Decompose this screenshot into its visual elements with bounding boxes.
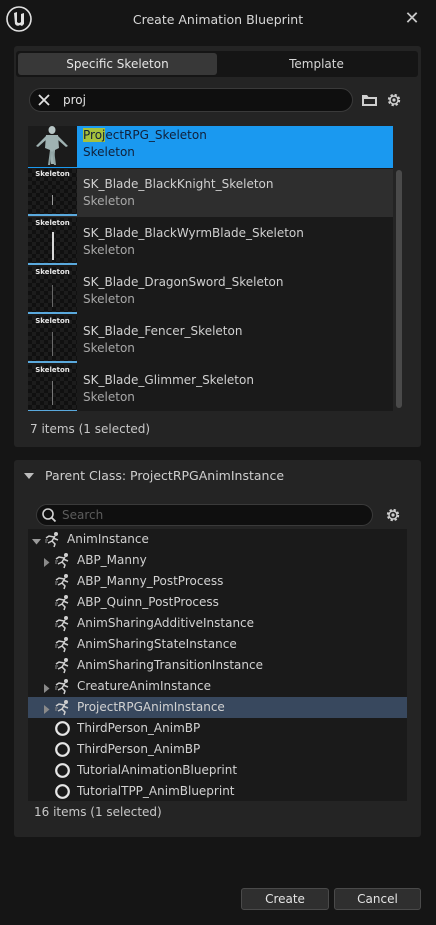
- tab-bar: Specific Skeleton Template: [16, 51, 418, 77]
- tree-item-label: AnimSharingTransitionInstance: [77, 658, 263, 672]
- circle-icon: [54, 720, 71, 737]
- tree-item[interactable]: ThirdPerson_AnimBP: [28, 718, 407, 739]
- tree-item-label: ABP_Manny: [77, 553, 147, 567]
- skeleton-asset-item[interactable]: Skeleton SK_Blade_BlackKnight_Skeleton S…: [28, 169, 393, 217]
- tree-item-label: AnimInstance: [67, 532, 149, 546]
- asset-name: SK_Blade_DragonSword_Skeleton: [83, 275, 284, 289]
- tree-item[interactable]: ABP_Quinn_PostProcess: [28, 592, 407, 613]
- asset-type: Skeleton: [83, 243, 135, 257]
- anim-instance-icon: [44, 531, 61, 548]
- asset-type: Skeleton: [83, 145, 135, 159]
- settings-gear-icon[interactable]: [384, 506, 402, 524]
- collapse-arrow-icon[interactable]: [24, 471, 34, 481]
- anim-instance-icon: [54, 552, 71, 569]
- anim-instance-icon: [54, 699, 71, 716]
- tree-item[interactable]: ABP_Manny: [28, 550, 407, 571]
- clear-search-icon[interactable]: [36, 92, 52, 108]
- asset-thumbnail: Skeleton: [28, 218, 77, 265]
- tree-item[interactable]: ProjectRPGAnimInstance: [28, 697, 407, 718]
- tree-item-label: ThirdPerson_AnimBP: [77, 742, 201, 756]
- tree-item[interactable]: AnimInstance: [28, 529, 407, 550]
- tree-item-label: AnimSharingStateInstance: [77, 637, 237, 651]
- anim-instance-icon: [54, 636, 71, 653]
- skeleton-asset-item[interactable]: Skeleton SK_Blade_DragonSword_Skeleton S…: [28, 267, 393, 315]
- expand-arrow-down-icon[interactable]: [32, 535, 41, 545]
- anim-instance-icon: [54, 657, 71, 674]
- skeleton-list-scrollbar[interactable]: [396, 170, 402, 408]
- expand-arrow-right-icon[interactable]: [42, 682, 51, 693]
- tree-item-label: TutorialAnimationBlueprint: [77, 763, 238, 777]
- asset-name: SK_Blade_Glimmer_Skeleton: [83, 373, 254, 387]
- skeleton-count-text: 7 items (1 selected): [30, 422, 151, 436]
- anim-instance-icon: [54, 594, 71, 611]
- tree-item-label: ABP_Manny_PostProcess: [77, 574, 224, 588]
- tab-template[interactable]: Template: [217, 53, 416, 75]
- mannequin-thumbnail-icon: [36, 126, 68, 165]
- window-title: Create Animation Blueprint: [132, 12, 304, 27]
- parent-class-header[interactable]: Parent Class: ProjectRPGAnimInstance: [45, 468, 284, 483]
- expand-arrow-right-icon[interactable]: [42, 703, 51, 714]
- asset-name: ProjectRPG_Skeleton: [83, 128, 207, 142]
- circle-icon: [54, 762, 71, 779]
- asset-thumbnail: Skeleton: [28, 365, 77, 411]
- asset-type: Skeleton: [83, 292, 135, 306]
- class-tree: AnimInstance ABP_Manny ABP_Manny_PostProce…: [28, 529, 407, 801]
- folder-icon[interactable]: [361, 92, 378, 108]
- tree-item[interactable]: AnimSharingAdditiveInstance: [28, 613, 407, 634]
- asset-thumbnail: [28, 126, 77, 167]
- asset-type: Skeleton: [83, 194, 135, 208]
- cancel-button[interactable]: Cancel: [334, 888, 421, 910]
- tree-item-label: CreatureAnimInstance: [77, 679, 212, 693]
- tree-item[interactable]: CreatureAnimInstance: [28, 676, 407, 697]
- asset-name: SK_Blade_BlackKnight_Skeleton: [83, 177, 274, 191]
- anim-instance-icon: [54, 615, 71, 632]
- class-count-text: 16 items (1 selected): [34, 805, 162, 819]
- anim-instance-icon: [54, 573, 71, 590]
- skeleton-asset-item[interactable]: Skeleton SK_Blade_BlackWyrmBlade_Skeleto…: [28, 218, 393, 266]
- tree-item[interactable]: ABP_Manny_PostProcess: [28, 571, 407, 592]
- tree-item-label: ProjectRPGAnimInstance: [77, 700, 225, 714]
- tree-item-label: AnimSharingAdditiveInstance: [77, 616, 255, 630]
- tree-item[interactable]: AnimSharingStateInstance: [28, 634, 407, 655]
- skeleton-asset-item[interactable]: Skeleton SK_Blade_Glimmer_Skeleton Skele…: [28, 365, 393, 411]
- asset-name: SK_Blade_BlackWyrmBlade_Skeleton: [83, 226, 304, 240]
- anim-instance-icon: [54, 678, 71, 695]
- asset-thumbnail: Skeleton: [28, 316, 77, 363]
- skeleton-asset-item[interactable]: Skeleton SK_Blade_Fencer_Skeleton Skelet…: [28, 316, 393, 364]
- tree-item[interactable]: TutorialAnimationBlueprint: [28, 760, 407, 781]
- create-button[interactable]: Create: [241, 888, 329, 910]
- search-icon: [42, 508, 57, 523]
- asset-thumbnail: Skeleton: [28, 267, 77, 314]
- class-search-input[interactable]: [62, 507, 362, 523]
- skeleton-asset-list: ProjectRPG_Skeleton Skeleton Skeleton SK…: [28, 126, 393, 411]
- skeleton-search-input[interactable]: proj: [63, 93, 86, 107]
- asset-type: Skeleton: [83, 390, 135, 404]
- expand-arrow-right-icon[interactable]: [42, 556, 51, 567]
- search-match-highlight: Proj: [83, 128, 106, 142]
- tab-specific-skeleton[interactable]: Specific Skeleton: [18, 53, 217, 75]
- tree-item[interactable]: ThirdPerson_AnimBP: [28, 739, 407, 760]
- asset-type: Skeleton: [83, 341, 135, 355]
- close-icon[interactable]: ✕: [402, 9, 422, 29]
- circle-icon: [54, 741, 71, 758]
- tree-item[interactable]: TutorialTPP_AnimBlueprint: [28, 781, 407, 801]
- skeleton-asset-item[interactable]: ProjectRPG_Skeleton Skeleton: [28, 126, 393, 168]
- asset-name: SK_Blade_Fencer_Skeleton: [83, 324, 243, 338]
- settings-gear-icon[interactable]: [385, 91, 403, 109]
- asset-thumbnail: Skeleton: [28, 169, 77, 216]
- tree-item-label: ThirdPerson_AnimBP: [77, 721, 201, 735]
- circle-icon: [54, 783, 71, 800]
- tree-item-label: TutorialTPP_AnimBlueprint: [77, 784, 235, 798]
- tree-item[interactable]: AnimSharingTransitionInstance: [28, 655, 407, 676]
- tree-item-label: ABP_Quinn_PostProcess: [77, 595, 219, 609]
